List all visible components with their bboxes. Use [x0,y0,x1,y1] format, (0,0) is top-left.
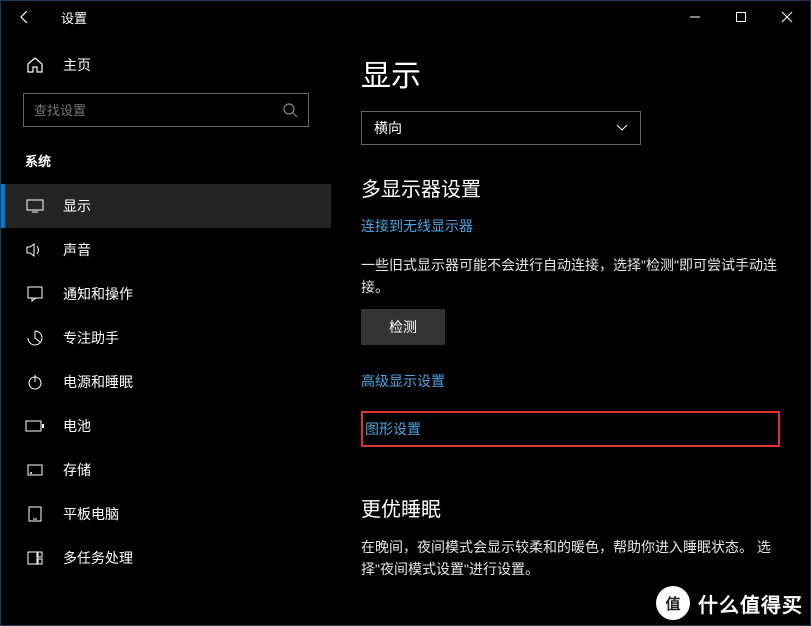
chevron-down-icon [616,124,628,132]
settings-window: 设置 主页 系统 [0,0,811,626]
sidebar-item-label: 电池 [63,416,91,436]
home-label: 主页 [63,55,91,75]
detect-description: 一些旧式显示器可能不会进行自动连接，选择"检测"即可尝试手动连接。 [361,254,780,299]
sidebar-item-power[interactable]: 电源和睡眠 [1,360,331,404]
sidebar-item-label: 电源和睡眠 [63,372,133,392]
sidebar: 主页 系统 显示 声音 通知和操作 [1,33,331,625]
search-icon [282,102,298,118]
maximize-icon [735,11,747,23]
watermark-badge: 值 [656,586,690,620]
title-bar: 设置 [1,1,810,33]
minimize-button[interactable] [672,1,718,33]
main-content: 显示 横向 多显示器设置 连接到无线显示器 一些旧式显示器可能不会进行自动连接，… [331,33,810,625]
home-icon [25,56,45,74]
back-button[interactable] [17,9,41,25]
sleep-heading: 更优睡眠 [361,493,780,522]
page-title: 显示 [361,51,780,95]
power-icon [25,374,45,390]
sidebar-item-battery[interactable]: 电池 [1,404,331,448]
notifications-icon [25,286,45,302]
minimize-icon [689,11,701,23]
advanced-display-link[interactable]: 高级显示设置 [361,371,780,391]
home-button[interactable]: 主页 [1,45,331,85]
sidebar-item-label: 通知和操作 [63,284,133,304]
sidebar-item-label: 存储 [63,460,91,480]
detect-button[interactable]: 检测 [361,309,445,345]
arrow-left-icon [17,9,33,25]
sidebar-item-label: 显示 [63,196,91,216]
sidebar-item-multitask[interactable]: 多任务处理 [1,536,331,580]
sidebar-item-label: 声音 [63,240,91,260]
graphics-settings-highlight: 图形设置 [361,411,780,447]
window-title: 设置 [61,8,87,27]
sidebar-item-label: 多任务处理 [63,548,133,568]
sidebar-item-display[interactable]: 显示 [1,184,331,228]
orientation-dropdown[interactable]: 横向 [361,111,641,145]
display-icon [25,199,45,213]
sidebar-item-sound[interactable]: 声音 [1,228,331,272]
battery-icon [25,420,45,432]
sleep-description: 在晚间，夜间模式会显示较柔和的暖色，帮助你进入睡眠状态。 选择"夜间模式设置"进… [361,536,780,581]
storage-icon [25,462,45,478]
sidebar-item-label: 专注助手 [63,328,119,348]
sound-icon [25,242,45,258]
section-label: 系统 [1,143,331,184]
focus-icon [25,330,45,346]
wireless-display-link[interactable]: 连接到无线显示器 [361,216,473,236]
tablet-icon [25,506,45,522]
search-input[interactable] [34,103,282,118]
maximize-button[interactable] [718,1,764,33]
sidebar-item-storage[interactable]: 存储 [1,448,331,492]
multi-display-heading: 多显示器设置 [361,173,780,202]
close-button[interactable] [764,1,810,33]
sidebar-item-label: 平板电脑 [63,504,119,524]
multitask-icon [25,551,45,565]
sidebar-item-tablet[interactable]: 平板电脑 [1,492,331,536]
dropdown-value: 横向 [374,118,402,138]
close-icon [781,11,793,23]
watermark-text: 什么值得买 [698,589,803,618]
sidebar-item-notifications[interactable]: 通知和操作 [1,272,331,316]
graphics-settings-link[interactable]: 图形设置 [365,419,421,439]
sidebar-item-focus[interactable]: 专注助手 [1,316,331,360]
search-box[interactable] [23,93,309,127]
watermark: 值 什么值得买 [656,586,803,620]
